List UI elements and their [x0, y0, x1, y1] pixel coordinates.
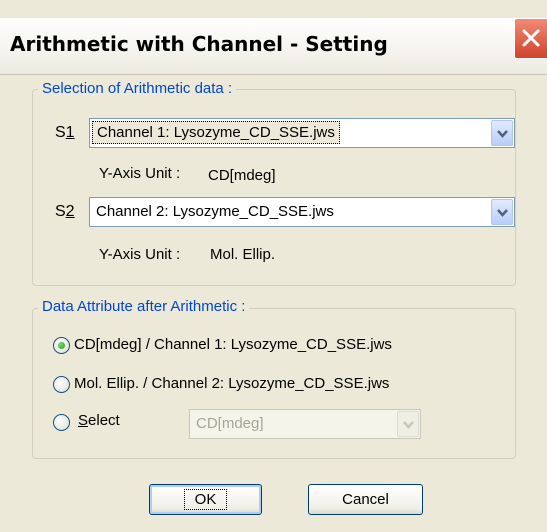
dialog-body: Selection of Arithmetic data : S1 Channe… [0, 75, 547, 532]
attribute-group-legend: Data Attribute after Arithmetic : [38, 298, 250, 316]
cancel-button-label: Cancel [342, 491, 389, 508]
s1-unit-value: CD[mdeg] [208, 167, 276, 184]
chevron-down-icon [497, 130, 508, 138]
s1-unit-label: Y-Axis Unit : [99, 165, 181, 182]
radio-attribute-channel2[interactable] [53, 376, 70, 393]
chevron-down-icon [403, 421, 414, 429]
s2-unit-label: Y-Axis Unit : [99, 246, 181, 263]
s2-label: S2 [55, 203, 75, 220]
s2-unit-value: Mol. Ellip. [210, 246, 276, 263]
chevron-down-icon [497, 209, 508, 217]
dialog-window: Arithmetic with Channel - Setting Select… [0, 0, 547, 532]
ok-button[interactable]: OK [149, 484, 262, 515]
s1-label: S1 [55, 124, 75, 141]
s1-channel-select[interactable]: Channel 1: Lysozyme_CD_SSE.jws [89, 118, 515, 148]
s1-channel-value: Channel 1: Lysozyme_CD_SSE.jws [92, 121, 340, 144]
attribute-unit-dropdown-button [397, 411, 419, 437]
radio-attribute-select-label[interactable]: Select [78, 412, 120, 429]
s1-dropdown-button[interactable] [491, 120, 513, 146]
s2-dropdown-button[interactable] [491, 199, 513, 225]
title-bar[interactable]: Arithmetic with Channel - Setting [0, 18, 547, 75]
radio-attribute-select[interactable] [53, 414, 70, 431]
s2-channel-select[interactable]: Channel 2: Lysozyme_CD_SSE.jws [89, 197, 515, 227]
dialog-title: Arithmetic with Channel - Setting [10, 32, 388, 56]
close-button[interactable] [514, 18, 547, 59]
s2-channel-value: Channel 2: Lysozyme_CD_SSE.jws [96, 203, 334, 220]
radio-attribute-channel1[interactable] [53, 337, 70, 354]
radio-attribute-channel2-label[interactable]: Mol. Ellip. / Channel 2: Lysozyme_CD_SSE… [74, 375, 389, 392]
cancel-button[interactable]: Cancel [308, 484, 423, 515]
radio-selected-dot [58, 342, 65, 349]
ok-button-label: OK [183, 489, 228, 510]
radio-attribute-channel1-label[interactable]: CD[mdeg] / Channel 1: Lysozyme_CD_SSE.jw… [74, 336, 392, 353]
close-icon [522, 29, 540, 47]
attribute-unit-select: CD[mdeg] [189, 409, 421, 439]
selection-group-legend: Selection of Arithmetic data : [38, 80, 237, 98]
attribute-unit-value: CD[mdeg] [196, 415, 264, 432]
